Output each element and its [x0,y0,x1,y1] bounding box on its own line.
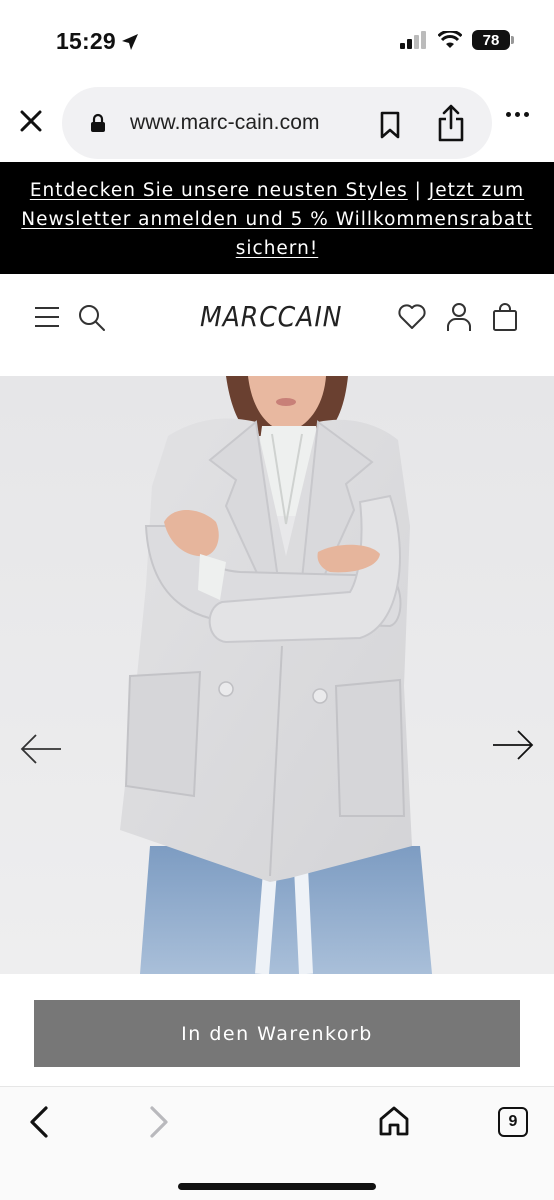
search-icon[interactable] [78,304,106,332]
bookmark-icon[interactable] [378,111,402,139]
add-to-cart-area: In den Warenkorb [0,974,554,1086]
status-time-text: 15:29 [56,28,116,54]
status-bar: 15:29 78 [0,0,554,82]
url-field[interactable]: www.marc-cain.com [62,87,492,159]
battery-icon: 78 [472,30,514,50]
signal-icon [400,31,426,49]
browser-address-bar: www.marc-cain.com [0,82,554,162]
site-header: MARCCAIN [0,274,554,376]
arrow-left-icon[interactable] [20,732,62,766]
battery-level: 78 [482,31,500,49]
bag-icon[interactable] [492,302,518,332]
brand-logo[interactable]: MARCCAIN [200,300,342,333]
user-icon[interactable] [446,302,472,332]
tab-count: 9 [508,1113,518,1130]
arrow-right-icon[interactable] [492,728,534,762]
product-image [0,376,554,974]
browser-toolbar: 9 [0,1086,554,1200]
wifi-icon [438,31,462,48]
promo-link-styles[interactable]: Entdecken Sie unsere neusten Styles [30,180,408,201]
home-icon[interactable] [378,1105,410,1137]
promo-separator: | [407,180,429,201]
tabs-icon[interactable]: 9 [498,1107,528,1137]
home-indicator[interactable] [178,1183,376,1190]
promo-banner: Entdecken Sie unsere neusten Styles | Je… [0,162,554,274]
product-gallery[interactable] [0,376,554,974]
chevron-right-icon[interactable] [144,1105,172,1139]
close-icon [20,110,42,132]
url-text: www.marc-cain.com [130,111,320,134]
heart-icon[interactable] [398,304,426,330]
chevron-left-icon[interactable] [26,1105,54,1139]
add-to-cart-button[interactable]: In den Warenkorb [34,1000,520,1067]
more-icon[interactable] [506,112,529,117]
status-time: 15:29 [56,28,140,55]
menu-icon[interactable] [34,306,60,328]
close-button[interactable] [16,106,46,136]
status-icons: 78 [400,30,514,50]
share-icon[interactable] [436,104,466,142]
lock-icon [91,113,105,132]
location-arrow-icon [121,33,138,50]
promo-text: Entdecken Sie unsere neusten Styles | Je… [10,176,544,263]
